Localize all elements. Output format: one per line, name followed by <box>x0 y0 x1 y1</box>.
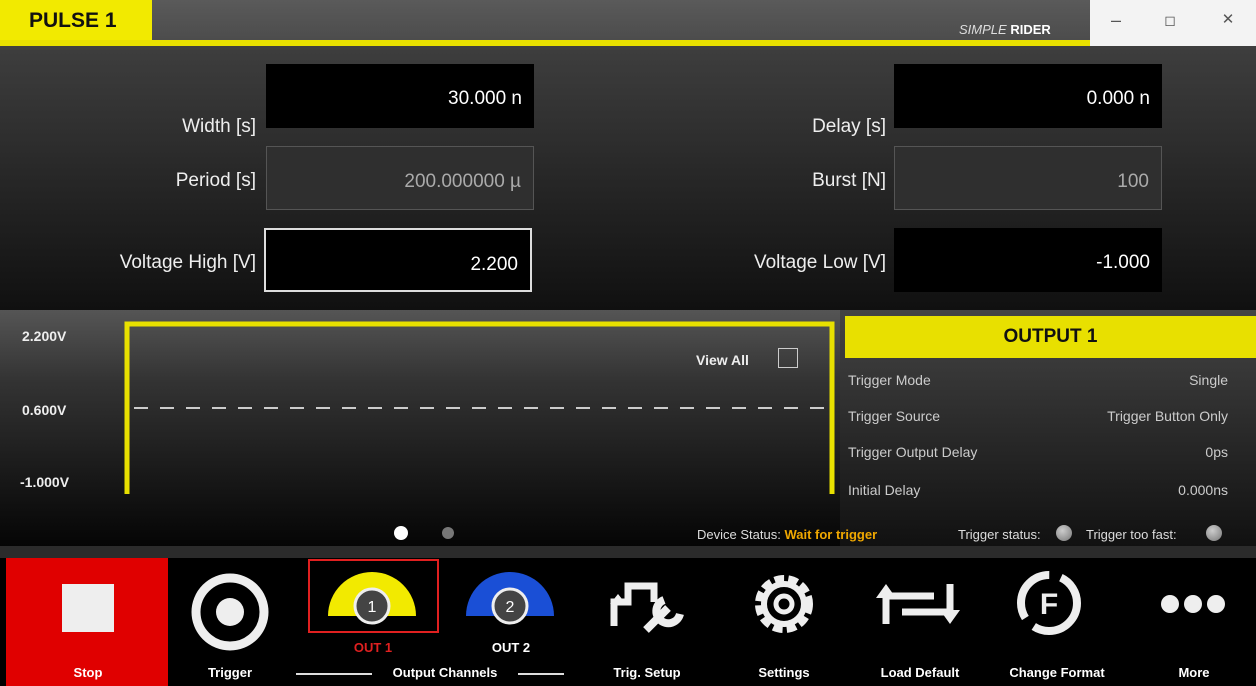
output-row: Trigger Source Trigger Button Only <box>848 408 1228 424</box>
svg-text:F: F <box>1040 588 1058 621</box>
format-f-icon: F <box>1017 571 1081 635</box>
change-format-label: Change Format <box>1009 665 1105 680</box>
minimize-button[interactable]: – <box>1098 6 1134 34</box>
title-bar: PULSE 1 SIMPLE RIDER – ◻ ✕ <box>0 0 1256 46</box>
pulse-waveform <box>124 321 835 494</box>
window-controls: – ◻ ✕ <box>1090 0 1256 46</box>
width-label: Width [s] <box>182 116 256 137</box>
trigger-too-fast-label: Trigger too fast: <box>1086 527 1177 542</box>
trigger-icon-center <box>216 598 244 626</box>
trigger-status-led <box>1056 525 1072 541</box>
stop-icon <box>62 584 114 632</box>
close-button[interactable]: ✕ <box>1210 6 1246 34</box>
brand-name: RIDER <box>1010 22 1051 37</box>
out1-label: OUT 1 <box>353 640 393 655</box>
delay-label: Delay [s] <box>812 116 886 137</box>
restore-button[interactable]: ◻ <box>1152 6 1188 34</box>
output-channels-label: Output Channels <box>392 665 498 680</box>
load-default-button[interactable] <box>874 576 964 632</box>
out1-number: 1 <box>368 599 377 616</box>
output-row-label: Trigger Mode <box>848 372 931 388</box>
waveform-graph: 2.200V 0.600V -1.000V View All <box>0 310 840 546</box>
burst-field[interactable]: 100 <box>894 146 1162 210</box>
reload-arrows-icon <box>882 584 954 624</box>
reload-arrow-down <box>940 610 960 624</box>
output-row-label: Trigger Output Delay <box>848 444 978 460</box>
stop-label: Stop <box>73 665 103 680</box>
change-format-button[interactable]: F <box>1012 566 1086 640</box>
width-field[interactable]: 30.000 n <box>266 64 534 128</box>
voltage-high-field[interactable]: 2.200 <box>264 228 532 292</box>
delay-field[interactable]: 0.000 n <box>894 64 1162 128</box>
out2-channel-button[interactable]: 2 <box>456 564 566 628</box>
voltage-high-label: Voltage High [V] <box>119 252 256 273</box>
parameter-panel: Width [s] 30.000 n Delay [s] 0.000 n Per… <box>0 46 1256 310</box>
output-row: Initial Delay 0.000ns <box>848 482 1228 498</box>
gear-icon <box>755 575 813 633</box>
period-label: Period [s] <box>175 170 256 191</box>
voltage-low-field[interactable]: -1.000 <box>894 228 1162 292</box>
device-status-label: Device Status: <box>697 527 781 542</box>
page-indicator[interactable] <box>442 527 454 539</box>
view-all-label: View All <box>696 352 749 368</box>
trig-setup-label: Trig. Setup <box>613 665 681 680</box>
trig-setup-icon <box>610 582 658 626</box>
burst-label: Burst [N] <box>812 170 886 191</box>
brand-logo: SIMPLE RIDER <box>959 22 1051 37</box>
view-all-checkbox[interactable] <box>778 348 798 368</box>
reload-arrow-up <box>876 584 896 598</box>
trigger-too-fast-led <box>1206 525 1222 541</box>
device-status-value: Wait for trigger <box>784 527 878 542</box>
channels-group-line-left <box>296 673 372 675</box>
output-row-value: 0.000ns <box>1178 482 1228 498</box>
wrench-icon <box>643 596 684 633</box>
output-row-label: Initial Delay <box>848 482 921 498</box>
more-dots-icon <box>1161 595 1225 613</box>
output-info-panel: OUTPUT 1 Trigger Mode Single Trigger Sou… <box>840 310 1256 546</box>
window-title: PULSE 1 <box>0 0 152 40</box>
output-row: Trigger Mode Single <box>848 372 1228 388</box>
settings-button[interactable] <box>748 568 820 640</box>
device-status: Device Status: Wait for trigger <box>697 527 877 542</box>
output-row-value: Single <box>1189 372 1228 388</box>
page-indicator-active[interactable] <box>394 526 408 540</box>
output-row-label: Trigger Source <box>848 408 941 424</box>
period-field[interactable]: 200.000000 µ <box>266 146 534 210</box>
out1-icon: 1 <box>328 572 416 625</box>
trigger-status-label: Trigger status: <box>958 527 1041 542</box>
settings-label: Settings <box>758 665 810 680</box>
out2-number: 2 <box>506 599 515 616</box>
trig-setup-button[interactable] <box>606 572 690 636</box>
output-row: Trigger Output Delay 0ps <box>848 444 1228 460</box>
channels-group-line-right <box>518 673 564 675</box>
output-row-value: 0ps <box>1205 444 1228 460</box>
brand-prefix: SIMPLE <box>959 22 1007 37</box>
load-default-label: Load Default <box>880 665 960 680</box>
more-label: More <box>1178 665 1210 680</box>
trigger-label: Trigger <box>207 665 253 680</box>
more-button[interactable] <box>1158 592 1228 616</box>
out2-label: OUT 2 <box>491 640 531 655</box>
voltage-low-label: Voltage Low [V] <box>753 252 886 273</box>
output-header: OUTPUT 1 <box>845 316 1256 358</box>
output-row-value: Trigger Button Only <box>1107 408 1228 424</box>
